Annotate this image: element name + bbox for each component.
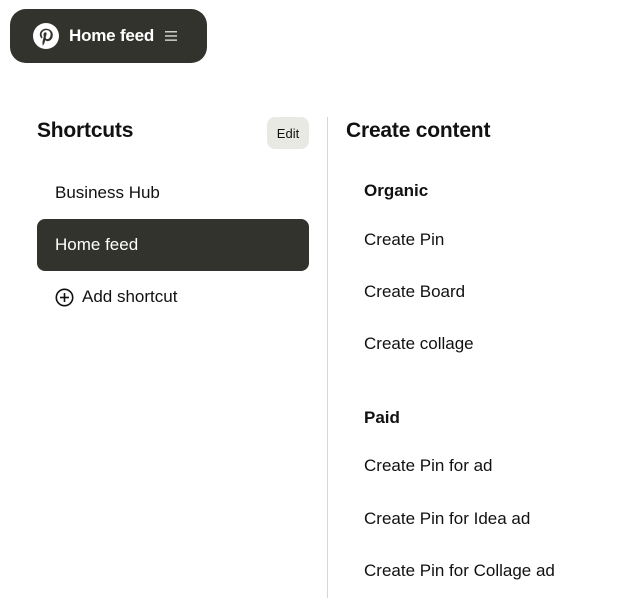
home-feed-switcher[interactable]: Home feed (10, 9, 207, 63)
create-pin-for-ad-link[interactable]: Create Pin for ad (364, 456, 493, 476)
shortcut-list: Business Hub Home feed Add shortcut (37, 167, 309, 323)
shortcuts-heading: Shortcuts (37, 119, 134, 142)
create-pin-for-collage-ad-link[interactable]: Create Pin for Collage ad (364, 561, 555, 581)
organic-section-label: Organic (364, 181, 429, 200)
shortcuts-header: Shortcuts Edit (37, 117, 309, 149)
shortcut-item-label: Business Hub (55, 183, 160, 202)
shortcut-item-home-feed[interactable]: Home feed (37, 219, 309, 271)
plus-circle-icon (55, 288, 74, 307)
hamburger-menu-icon (164, 30, 178, 42)
column-divider (327, 117, 328, 598)
add-shortcut-label: Add shortcut (82, 287, 178, 306)
page-title: Home feed (69, 26, 155, 45)
create-content-heading: Create content (346, 119, 491, 142)
shortcut-item-business-hub[interactable]: Business Hub (37, 167, 309, 219)
pinterest-logo-icon (32, 22, 60, 50)
shortcut-item-label: Home feed (55, 235, 139, 254)
create-pin-link[interactable]: Create Pin (364, 230, 444, 250)
paid-section-label: Paid (364, 408, 400, 427)
edit-shortcuts-button[interactable]: Edit (267, 117, 309, 149)
create-board-link[interactable]: Create Board (364, 282, 465, 302)
shortcuts-panel: Shortcuts Edit Business Hub Home feed Ad… (37, 117, 309, 306)
create-pin-for-idea-ad-link[interactable]: Create Pin for Idea ad (364, 509, 530, 529)
create-collage-link[interactable]: Create collage (364, 334, 474, 354)
create-content-panel: Create content Organic Create Pin Create… (346, 117, 616, 580)
add-shortcut-button[interactable]: Add shortcut (37, 271, 309, 323)
